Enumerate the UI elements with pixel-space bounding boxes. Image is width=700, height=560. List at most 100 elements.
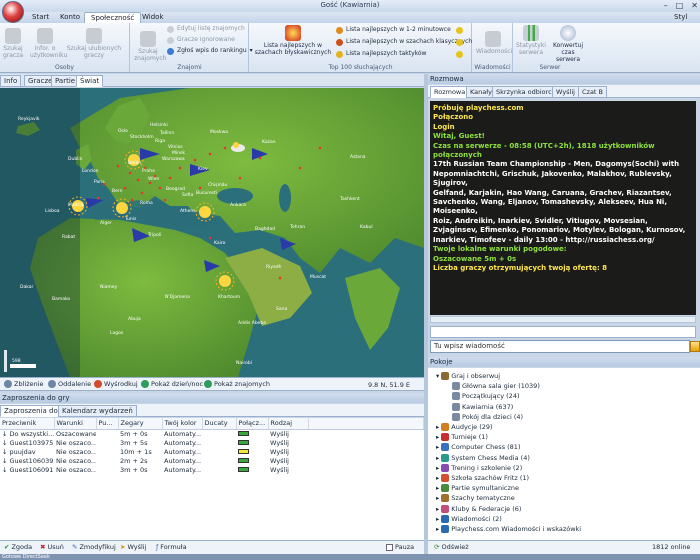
chat-horizontal-scrollbar[interactable] — [430, 316, 696, 323]
tab-wyslij[interactable]: Wyślij — [552, 86, 579, 98]
column-header-conditions[interactable]: Warunki — [54, 418, 97, 430]
blitz-top-list-button[interactable]: Lista najlepszych w szachach błyskawiczn… — [254, 25, 332, 56]
edit-friends-list-button[interactable]: Edytuj listę znajomych — [167, 25, 245, 33]
expand-icon[interactable]: ▸ — [436, 484, 439, 492]
room-category[interactable]: ▸ Szachy tematyczne — [436, 494, 515, 503]
room-category[interactable]: ▸ Turnieje (1) — [436, 433, 488, 442]
expand-icon[interactable]: ▸ — [436, 525, 439, 533]
tab-event-calendar[interactable]: Kalendarz wydarzeń — [58, 405, 137, 417]
room-category[interactable]: ▾ Graj i obserwuj — [436, 372, 500, 380]
tab-rozmowa[interactable]: Rozmowa — [430, 86, 470, 98]
zoom-in-button[interactable]: Zbliżenie — [4, 380, 44, 388]
chat-message: Oszacowane 5m + 0s — [433, 254, 517, 263]
column-header-connection[interactable]: Połącz... — [236, 418, 269, 430]
tab-widok[interactable]: Widok — [136, 12, 170, 23]
room-category[interactable]: ▸ Kluby & Federacje (6) — [436, 504, 521, 513]
bullet-top-list-button[interactable]: Lista najlepszych w 1-2 minutowce — [336, 26, 451, 34]
room-category[interactable]: ▸ Wiadomości (2) — [436, 514, 502, 523]
room-item[interactable]: Początkujący (24) — [450, 392, 519, 401]
show-daynight-button[interactable]: Pokaż dzień/noc — [141, 380, 203, 388]
tab-czat-b[interactable]: Czat B — [578, 86, 608, 98]
rooms-tree: ▾ Graj i obserwuj Główna sala gier (1039) P… — [428, 368, 700, 540]
chat-input[interactable]: Tu wpisz wiadomość — [430, 340, 690, 353]
expand-icon[interactable]: ▸ — [436, 474, 439, 482]
expand-icon[interactable]: ▸ — [436, 464, 439, 472]
favorite-players-button[interactable]: Szukaj ulubionych graczy — [64, 28, 124, 59]
tab-info[interactable]: Info — [0, 75, 22, 87]
column-header-opponent[interactable]: Przeciwnik — [0, 418, 55, 430]
style-menu[interactable]: Styl — [668, 12, 693, 23]
column-header-kind[interactable]: Rodzaj — [268, 418, 309, 430]
expand-icon[interactable]: ▾ — [436, 372, 439, 380]
close-icon[interactable]: ✕ — [691, 1, 698, 10]
find-player-button[interactable]: Szukaj gracza — [2, 28, 24, 59]
connection-cell — [236, 456, 268, 465]
expand-icon[interactable]: ▸ — [436, 515, 439, 523]
zoom-slider-track[interactable] — [4, 350, 7, 372]
tab-start[interactable]: Start — [26, 12, 55, 23]
map-city-label: Tallinn — [159, 130, 174, 136]
more-options-icon-3[interactable] — [456, 51, 463, 58]
column-header-points[interactable]: Pu... — [96, 418, 119, 430]
zoom-out-button[interactable]: Oddalenie — [48, 380, 91, 388]
room-category[interactable]: ▸ Trening i szkolenie (2) — [436, 463, 522, 472]
room-item[interactable]: Kawiarnia (637) — [450, 402, 513, 411]
room-item[interactable]: Pokój dla dzieci (4) — [450, 412, 523, 421]
find-friends-button[interactable]: Szukaj znajomych — [134, 31, 166, 62]
refresh-button[interactable]: ⟳ Odśwież — [434, 543, 469, 551]
chat-channel-select[interactable] — [430, 326, 696, 338]
world-map[interactable]: Reykjavik Oslo Helsinki Moskwa Stockholm… — [0, 88, 424, 377]
map-city-label: Bamako — [52, 296, 70, 302]
points-cell — [96, 447, 118, 456]
tab-partie[interactable]: Partie — [51, 75, 80, 87]
expand-icon[interactable]: ▸ — [436, 505, 439, 513]
table-row[interactable]: ↓ Guest106091 Nie oszaco... 3m + 0s Automat… — [0, 465, 424, 474]
send-button[interactable]: ➤ Wyślij — [120, 543, 146, 551]
messages-button[interactable]: Wiadomości — [476, 31, 512, 55]
table-row[interactable]: ↓ Guest106039 Nie oszaco... 2m + 2s Automat… — [0, 456, 424, 465]
show-friends-button[interactable]: Pokaż znajomych — [204, 380, 270, 388]
tab-swiat[interactable]: Świat — [76, 75, 104, 87]
classical-top-list-button[interactable]: Lista najlepszych w szachach klasycznych — [336, 38, 472, 46]
points-cell — [96, 456, 118, 465]
formula-button[interactable]: ƒ Formuła — [156, 543, 187, 551]
modify-button[interactable]: ✎ Zmodyfikuj — [72, 543, 116, 551]
server-stats-button[interactable]: Statystyki serwera — [516, 25, 546, 56]
column-header-ducats[interactable]: Ducaty — [202, 418, 237, 430]
minimize-icon[interactable]: – — [664, 1, 668, 10]
room-item[interactable]: Główna sala gier (1039) — [450, 382, 540, 391]
expand-icon[interactable]: ▸ — [436, 454, 439, 462]
table-row[interactable]: ↓ Guest103975 Nie oszaco... 3m + 5s Automat… — [0, 438, 424, 447]
remove-button[interactable]: ✖ Usuń — [40, 543, 64, 551]
room-category[interactable]: ▸ Audycje (29) — [436, 423, 493, 431]
room-category[interactable]: ▸ System Chess Media (4) — [436, 453, 530, 462]
maximize-icon[interactable]: □ — [676, 1, 684, 10]
room-category[interactable]: ▸ Partie symultaniczne — [436, 484, 519, 493]
expand-icon[interactable]: ▸ — [436, 433, 439, 441]
user-info-button[interactable]: Infor. o użytkowniku — [30, 28, 67, 59]
expand-icon[interactable]: ▸ — [436, 423, 439, 431]
more-options-icon-2[interactable] — [456, 39, 463, 46]
tab-spolecznosc[interactable]: Społeczność — [84, 12, 142, 23]
pause-checkbox[interactable]: Pauza — [386, 543, 414, 551]
room-category[interactable]: ▸ Szkoła szachów Fritz (1) — [436, 474, 529, 482]
column-header-color[interactable]: Twój kolor — [162, 418, 203, 430]
expand-icon[interactable]: ▸ — [436, 494, 439, 502]
center-map-button[interactable]: Wyśrodkuj — [94, 380, 138, 388]
tab-konto[interactable]: Konto — [54, 12, 86, 23]
application-orb-button[interactable] — [2, 1, 24, 23]
convert-server-time-button[interactable]: Konwertuj czas serwera — [550, 25, 586, 63]
report-ranking-button[interactable]: Zgłoś wpis do rankingu ▾ — [167, 47, 253, 55]
accept-button[interactable]: ✔ Zgoda — [4, 543, 32, 551]
tactics-top-list-button[interactable]: Lista najlepszych taktyków — [336, 50, 426, 58]
ignored-players-button[interactable]: Gracze ignorowane — [167, 36, 235, 44]
table-row[interactable]: ↓ puujdav Nie oszaco... 10m + 1s Automaty..… — [0, 447, 424, 456]
more-options-icon[interactable] — [456, 27, 463, 34]
table-row[interactable]: ↓ Do wszystki... Oszacowane 5m + 0s Automat… — [0, 429, 424, 438]
room-category[interactable]: ▸ Computer Chess (81) — [436, 443, 520, 452]
column-header-clocks[interactable]: Zegary — [118, 418, 163, 430]
expand-icon[interactable]: ▸ — [436, 443, 439, 451]
send-message-icon[interactable] — [690, 341, 700, 352]
chat-log[interactable]: Próbuję playchess.com Połączono Login Witaj… — [430, 101, 696, 315]
room-category[interactable]: ▸ Playchess.com Wiadomości i wskazówki — [436, 525, 581, 533]
